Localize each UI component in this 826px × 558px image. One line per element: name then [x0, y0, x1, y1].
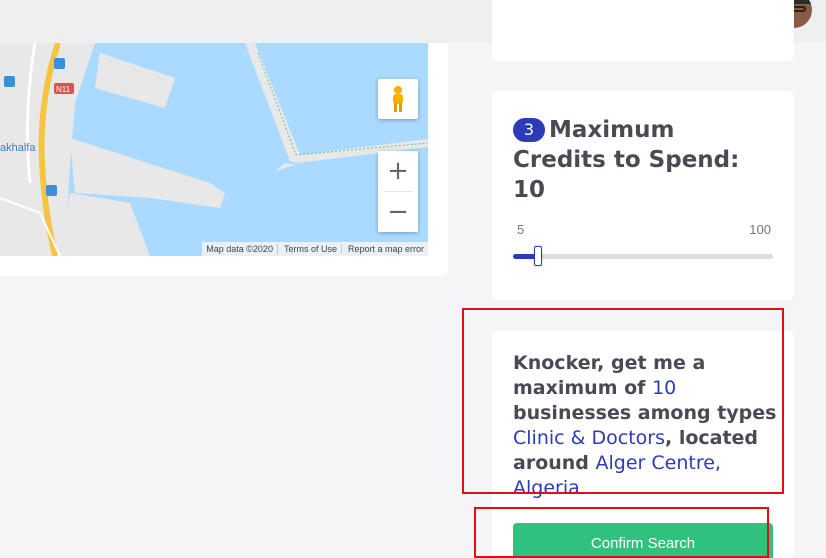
credits-slider[interactable] — [513, 246, 773, 266]
slider-thumb[interactable] — [534, 246, 542, 266]
bus-stop-icon[interactable] — [54, 58, 65, 69]
bus-stop-icon[interactable] — [4, 76, 15, 87]
map-view[interactable]: N11 akhalfa + − Map data ©2020 Terms of … — [0, 43, 428, 256]
highlight-box-confirm — [474, 507, 769, 558]
bus-stop-icon[interactable] — [46, 185, 57, 196]
zoom-out-button[interactable]: − — [378, 192, 418, 232]
map-canvas[interactable]: N11 akhalfa — [0, 43, 428, 256]
pegman-button[interactable] — [378, 79, 418, 119]
range-max-label: 100 — [749, 222, 771, 237]
max-credits-title: Maximum Credits to Spend: 10 — [513, 117, 740, 203]
previous-step-card — [492, 0, 794, 61]
place-label: akhalfa — [0, 142, 36, 154]
road-label-n11: N11 — [56, 85, 71, 94]
max-credits-heading: 3 Maximum Credits to Spend: 10 — [513, 115, 763, 205]
highlight-box-summary — [462, 308, 784, 494]
zoom-in-button[interactable]: + — [378, 151, 418, 191]
range-min-label: 5 — [517, 222, 525, 237]
pegman-icon — [393, 86, 403, 112]
report-map-error-link[interactable]: Report a map error — [340, 244, 424, 254]
zoom-control: + − — [378, 151, 418, 232]
terms-of-use-link[interactable]: Terms of Use — [276, 244, 337, 254]
map-data-label: Map data ©2020 — [206, 244, 273, 254]
max-credits-card: 3 Maximum Credits to Spend: 10 5 100 — [492, 91, 794, 300]
step-badge: 3 — [513, 118, 545, 142]
map-attribution: Map data ©2020 Terms of Use Report a map… — [202, 242, 428, 256]
map-card: N11 akhalfa + − Map data ©2020 Terms of … — [0, 43, 448, 276]
